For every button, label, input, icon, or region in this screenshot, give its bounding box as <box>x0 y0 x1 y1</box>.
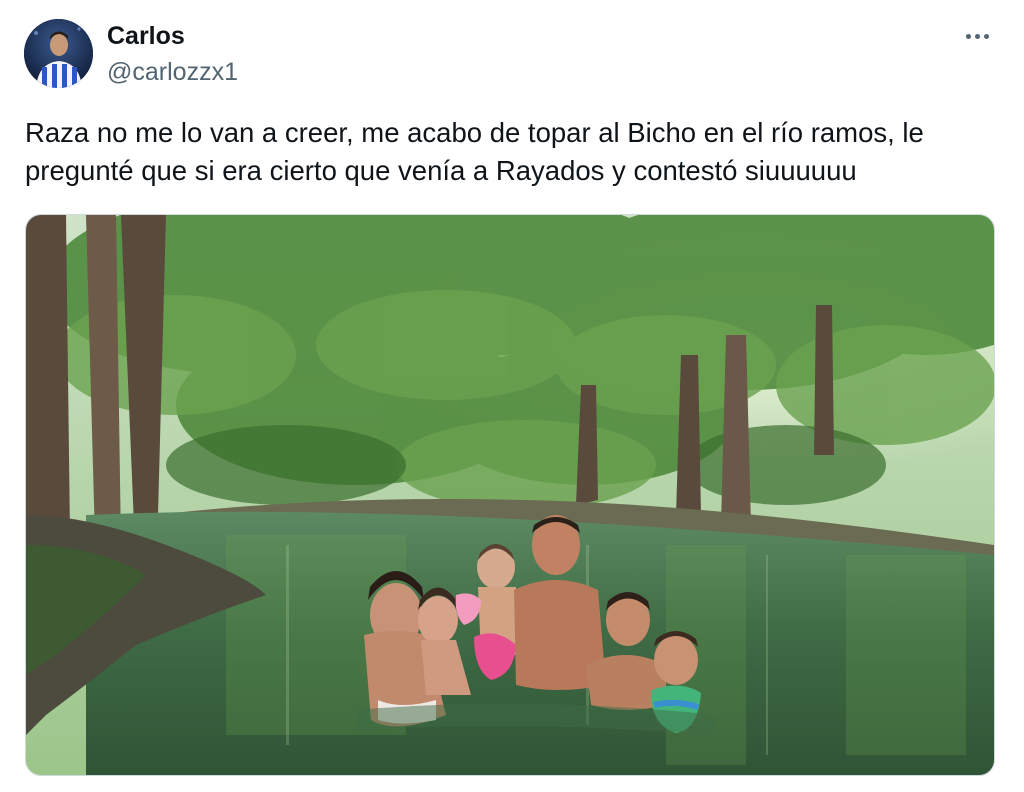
river-family-photo <box>26 215 994 775</box>
author-display-name[interactable]: Carlos <box>107 20 185 52</box>
author-avatar[interactable] <box>24 19 93 88</box>
tweet-photo[interactable] <box>25 214 995 776</box>
more-options-button[interactable] <box>955 22 999 50</box>
more-horizontal-icon-dot <box>974 33 980 39</box>
profile-avatar-icon <box>24 19 93 88</box>
tweet: Carlos @carlozzx1 Raza no me lo van a cr… <box>0 0 1024 792</box>
tweet-text: Raza no me lo van a creer, me acabo de t… <box>25 117 924 186</box>
more-horizontal-icon <box>965 33 971 39</box>
author-handle[interactable]: @carlozzx1 <box>107 56 238 88</box>
more-horizontal-icon-dot <box>983 33 989 39</box>
